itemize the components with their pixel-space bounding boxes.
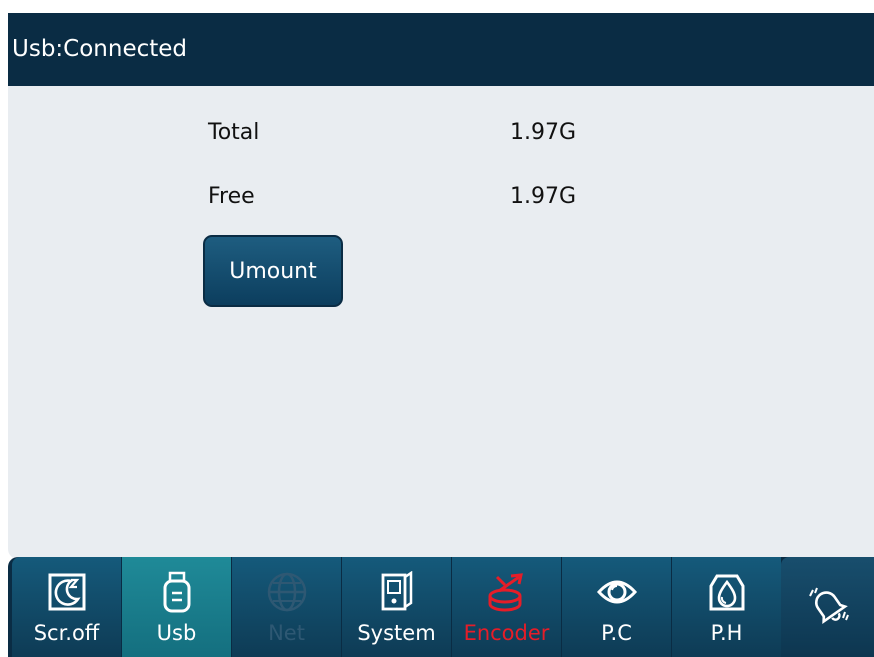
bottom-tabs: Scr.off Usb Net System Encoder P.C P.H: [12, 557, 782, 657]
tab-label: Usb: [156, 621, 197, 645]
page-title: Usb:Connected: [12, 36, 188, 62]
device-screen: Usb:Connected Total 1.97G Free 1.97G Umo…: [0, 0, 874, 657]
screen-off-icon: [12, 571, 121, 613]
total-label: Total: [208, 120, 260, 145]
free-value: 1.97G: [510, 184, 577, 209]
print-head-icon: [672, 571, 781, 613]
eye-icon: [562, 571, 671, 613]
status-header: Usb:Connected: [8, 13, 874, 86]
tab-encoder[interactable]: Encoder: [452, 557, 561, 657]
alarm-button[interactable]: [781, 557, 874, 657]
total-value: 1.97G: [510, 120, 577, 145]
usb-panel: Usb:Connected Total 1.97G Free 1.97G Umo…: [8, 13, 874, 559]
tab-label: Net: [268, 621, 305, 645]
tab-ph[interactable]: P.H: [672, 557, 781, 657]
tab-scr-off[interactable]: Scr.off: [12, 557, 121, 657]
tab-pc[interactable]: P.C: [562, 557, 671, 657]
tab-net[interactable]: Net: [232, 557, 341, 657]
usb-drive-icon: [122, 571, 231, 613]
tab-label: P.C: [601, 621, 632, 645]
tab-label: P.H: [710, 621, 743, 645]
free-label: Free: [208, 184, 255, 209]
umount-button[interactable]: Umount: [203, 235, 343, 307]
encoder-icon: [452, 571, 561, 613]
bell-icon: [805, 582, 851, 632]
tab-label: Encoder: [463, 621, 550, 645]
globe-icon: [232, 571, 341, 613]
tab-label: System: [357, 621, 436, 645]
tab-usb[interactable]: Usb: [122, 557, 231, 657]
tab-system[interactable]: System: [342, 557, 451, 657]
system-device-icon: [342, 571, 451, 613]
tab-label: Scr.off: [33, 621, 100, 645]
